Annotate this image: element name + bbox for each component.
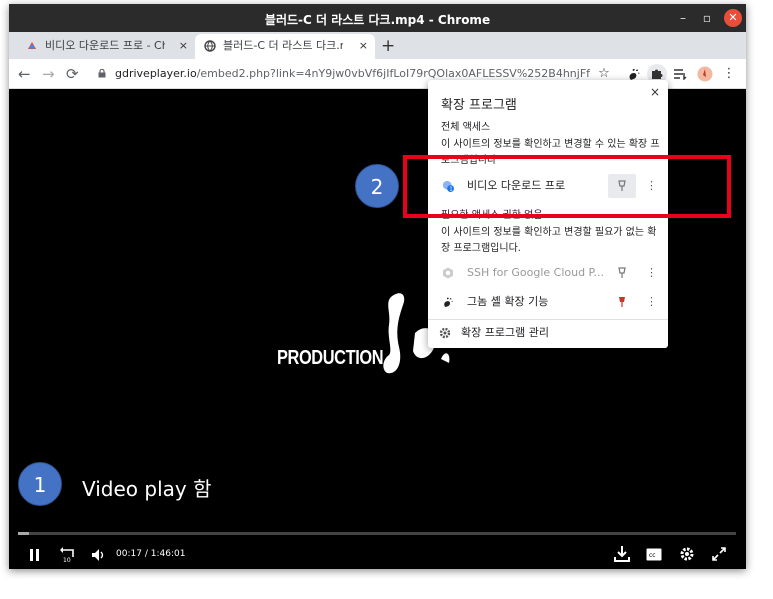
rewind-10-icon[interactable]: 10	[59, 545, 77, 569]
svg-text:cc: cc	[649, 552, 656, 559]
close-icon[interactable]: ×	[359, 34, 368, 58]
video-progress-bar[interactable]	[18, 532, 736, 535]
extension-favicon-icon	[28, 42, 36, 50]
chrome-menu-icon[interactable]: ⋮	[719, 64, 739, 84]
full-access-heading: 전체 액세스	[441, 122, 491, 133]
duration: 1:46:01	[150, 549, 186, 559]
window-title: 블러드-C 더 라스트 다크.mp4 - Chrome	[264, 13, 491, 27]
highlight-box	[403, 155, 731, 218]
time-display: 00:17 / 1:46:01	[116, 549, 185, 559]
annotation-marker-2: 2	[355, 164, 399, 208]
annotation-marker-1: 1	[18, 462, 62, 506]
extension-item-ssh[interactable]: SSH for Google Cloud P... ⋮	[428, 258, 668, 288]
pin-icon[interactable]	[608, 261, 636, 285]
popup-title: 확장 프로그램	[441, 98, 517, 113]
forward-button[interactable]: →	[42, 64, 55, 84]
manage-extensions-label: 확장 프로그램 관리	[461, 326, 549, 339]
current-time: 00:17	[116, 549, 142, 559]
gnome-foot-icon	[444, 297, 453, 308]
time-separator: /	[144, 549, 148, 559]
video-progress-fill	[18, 532, 30, 535]
address-host: gdriveplayer.io	[115, 67, 197, 80]
minimize-button[interactable]: –	[674, 9, 692, 27]
tab-label: 비디오 다운로드 프로 - Chro	[45, 39, 165, 52]
extension-item-gnome-shell[interactable]: 그놈 셸 확장 기능 ⋮	[428, 287, 668, 317]
popup-close-icon[interactable]: ×	[650, 85, 660, 99]
profile-avatar-icon[interactable]	[695, 64, 715, 84]
svg-text:10: 10	[63, 557, 71, 563]
no-access-description: 이 사이트의 정보를 확인하고 변경할 필요가 없는 확장 프로그램입니다.	[441, 227, 657, 254]
new-tab-button[interactable]: +	[381, 36, 395, 56]
extension-name: SSH for Google Cloud P...	[467, 266, 604, 279]
close-icon[interactable]: ×	[179, 34, 188, 58]
tab-video-downloader[interactable]: 비디오 다운로드 프로 - Chro ×	[17, 34, 195, 59]
video-controls: 10 00:17 / 1:46:01 cc	[9, 539, 746, 569]
settings-gear-icon	[439, 327, 451, 339]
pause-icon[interactable]	[29, 545, 41, 568]
captions-icon[interactable]: cc	[646, 545, 662, 567]
manage-extensions-item[interactable]: 확장 프로그램 관리	[428, 318, 668, 348]
address-path: /embed2.php?link=4nY9jw0vbVf6jIfLoI79rQO…	[196, 67, 591, 80]
settings-gear-icon[interactable]	[679, 545, 695, 568]
title-bar: 블러드-C 더 라스트 다크.mp4 - Chrome – ▫ ✕	[9, 4, 746, 32]
globe-icon	[204, 40, 216, 52]
fullscreen-icon[interactable]	[712, 545, 726, 567]
extension-name: 그놈 셸 확장 기능	[467, 295, 549, 308]
volume-icon[interactable]	[91, 545, 107, 568]
close-window-button[interactable]: ✕	[724, 9, 742, 27]
annotation-text-1: Video play 함	[82, 477, 212, 501]
pinned-icon[interactable]	[608, 290, 636, 314]
maximize-button[interactable]: ▫	[698, 9, 716, 27]
download-icon[interactable]	[613, 545, 631, 569]
lock-icon	[98, 69, 106, 78]
more-options-icon[interactable]: ⋮	[646, 258, 657, 288]
tab-blood-c-video[interactable]: 블러드-C 더 라스트 다크.mp ×	[195, 34, 375, 59]
ssh-extension-icon	[443, 267, 453, 279]
back-button[interactable]: ←	[18, 64, 31, 84]
media-queue-icon[interactable]	[670, 64, 690, 84]
tab-strip: 비디오 다운로드 프로 - Chro × 블러드-C 더 라스트 다크.mp ×…	[9, 32, 746, 59]
production-brand-text: PRODUCTION	[277, 347, 384, 369]
tab-label: 블러드-C 더 라스트 다크.mp	[223, 39, 343, 52]
more-options-icon[interactable]: ⋮	[646, 287, 657, 317]
reload-button[interactable]: ⟳	[66, 64, 79, 84]
